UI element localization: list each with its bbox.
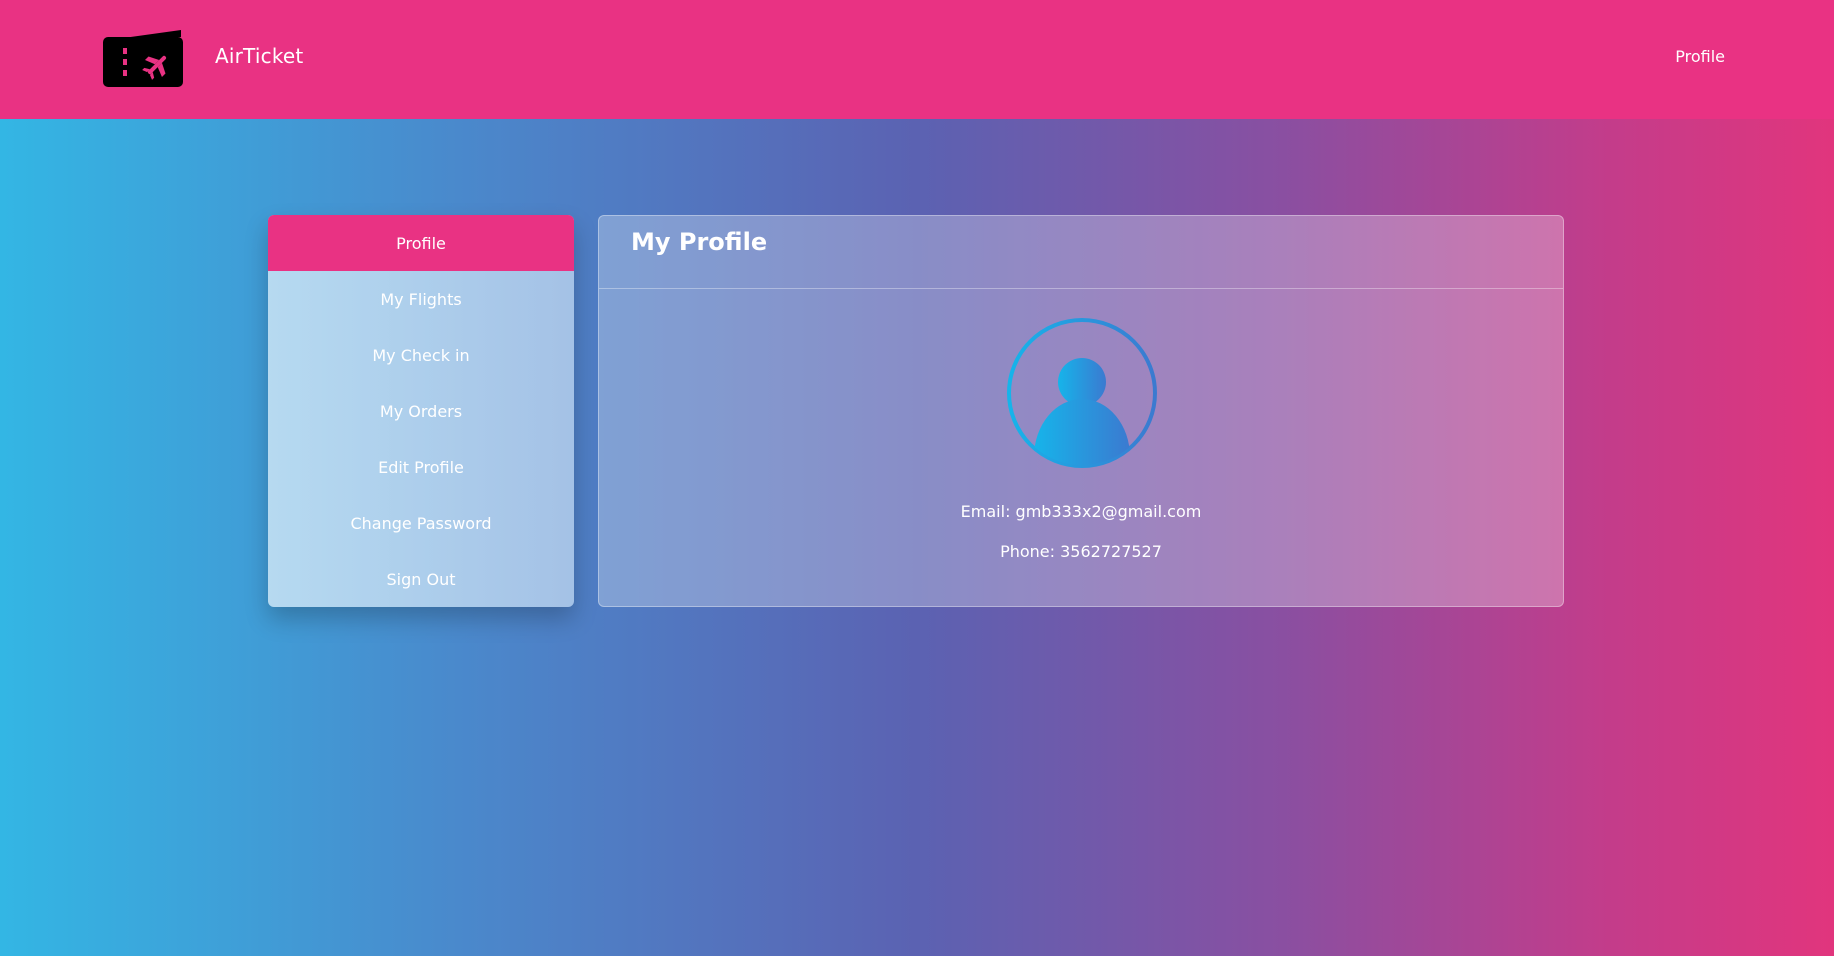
top-navbar: AirTicket Profile (0, 0, 1834, 119)
sidebar-item-change-password[interactable]: Change Password (268, 495, 574, 551)
sidebar-item-sign-out[interactable]: Sign Out (268, 551, 574, 607)
sidebar-item-my-check-in[interactable]: My Check in (268, 327, 574, 383)
profile-card: My Profile Email: gmb333x2@gmail.com Pho… (598, 215, 1564, 607)
profile-email: Email: gmb333x2@gmail.com (960, 502, 1202, 521)
brand-name[interactable]: AirTicket (215, 44, 303, 68)
sidebar-item-my-orders[interactable]: My Orders (268, 383, 574, 439)
ticket-plane-icon[interactable] (103, 29, 183, 87)
sidebar-item-my-flights[interactable]: My Flights (268, 271, 574, 327)
page-title: My Profile (631, 228, 768, 256)
sidebar-item-edit-profile[interactable]: Edit Profile (268, 439, 574, 495)
nav-profile-link[interactable]: Profile (1675, 47, 1725, 66)
profile-sidebar: Profile My Flights My Check in My Orders… (268, 215, 574, 607)
profile-card-header: My Profile (599, 216, 1563, 289)
sidebar-item-profile[interactable]: Profile (268, 215, 574, 271)
user-avatar-icon (1007, 318, 1157, 468)
profile-phone: Phone: 3562727527 (1000, 542, 1162, 561)
